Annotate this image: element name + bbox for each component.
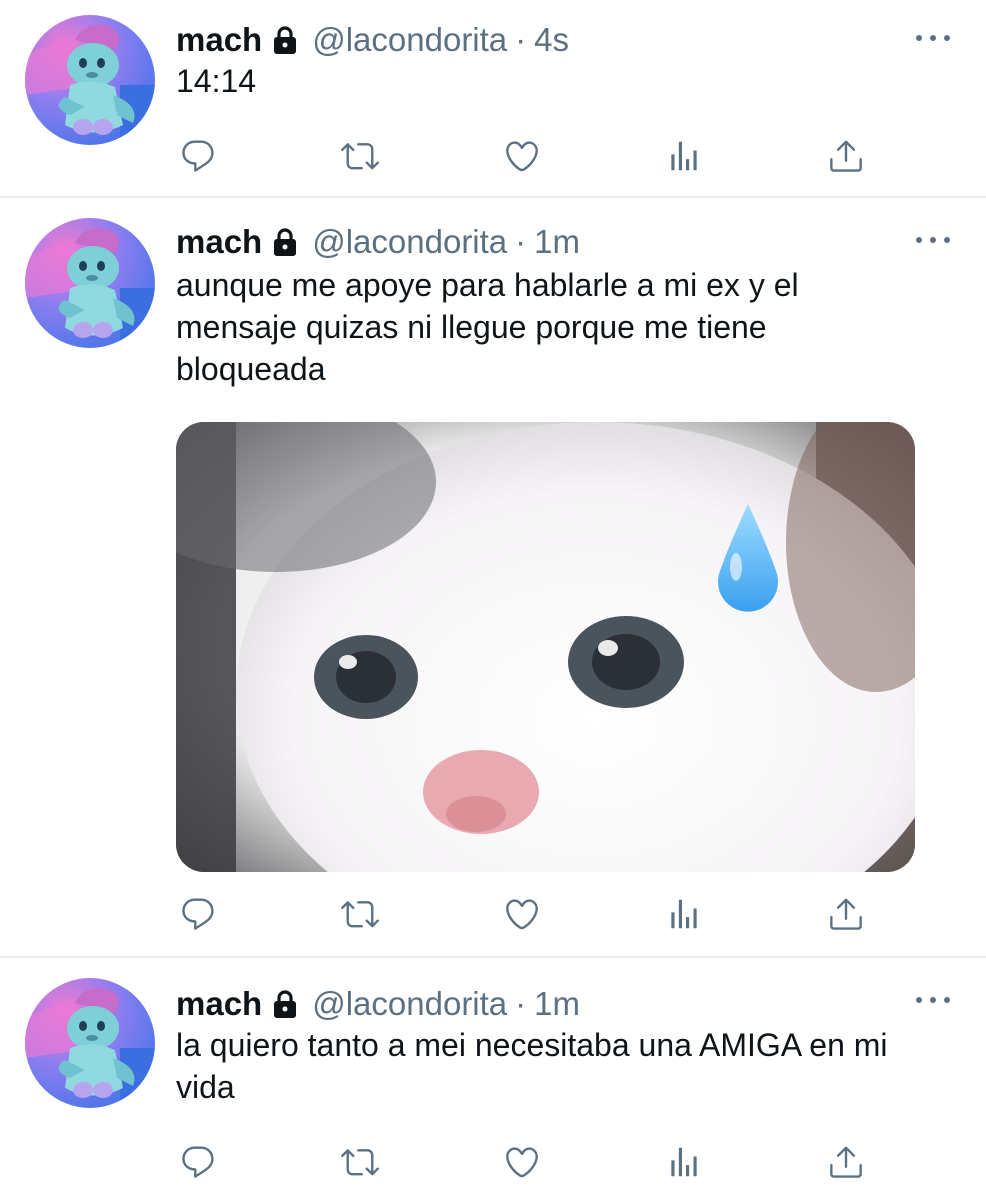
analytics-icon[interactable] — [664, 136, 704, 176]
avatar-image — [25, 978, 155, 1108]
user-handle[interactable]: @lacondorita — [312, 985, 507, 1023]
more-icon[interactable] — [916, 230, 950, 250]
reply-icon[interactable] — [178, 136, 218, 176]
separator-dot: · — [515, 985, 527, 1022]
more-icon[interactable] — [916, 990, 950, 1010]
lock-icon — [270, 227, 300, 257]
action-bar — [178, 1142, 868, 1182]
tweet[interactable]: mach @lacondorita · 1m la quiero tanto a… — [0, 958, 986, 1200]
avatar-image — [25, 15, 155, 145]
tweet-text: aunque me apoye para hablarle a mi ex y … — [176, 267, 799, 387]
reply-icon[interactable] — [178, 1142, 218, 1182]
analytics-icon[interactable] — [664, 894, 704, 934]
retweet-icon[interactable] — [340, 894, 380, 934]
display-name[interactable]: mach — [176, 21, 262, 59]
analytics-icon[interactable] — [664, 1142, 704, 1182]
lock-icon — [270, 25, 300, 55]
retweet-icon[interactable] — [340, 136, 380, 176]
share-icon[interactable] — [826, 136, 866, 176]
share-icon[interactable] — [826, 1142, 866, 1182]
display-name[interactable]: mach — [176, 985, 262, 1023]
tweet-text: la quiero tanto a mei necesitaba una AMI… — [176, 1027, 888, 1105]
user-handle[interactable]: @lacondorita — [312, 223, 507, 261]
user-handle[interactable]: @lacondorita — [312, 21, 507, 59]
tweet[interactable]: mach @lacondorita · 4s 14:14 — [0, 0, 986, 198]
timestamp[interactable]: 4s — [534, 21, 569, 59]
action-bar — [178, 136, 868, 176]
display-name[interactable]: mach — [176, 223, 262, 261]
separator-dot: · — [515, 21, 527, 58]
share-icon[interactable] — [826, 894, 866, 934]
retweet-icon[interactable] — [340, 1142, 380, 1182]
more-icon[interactable] — [916, 28, 950, 48]
tweet-header: mach @lacondorita · 1m — [176, 982, 580, 1026]
tweet-header: mach @lacondorita · 1m — [176, 220, 580, 264]
tweet-text: 14:14 — [176, 63, 257, 99]
cat-photo — [176, 422, 915, 872]
tweet[interactable]: mach @lacondorita · 1m aunque me apoye p… — [0, 198, 986, 958]
like-icon[interactable] — [502, 136, 542, 176]
timestamp[interactable]: 1m — [534, 985, 580, 1023]
like-icon[interactable] — [502, 1142, 542, 1182]
action-bar — [178, 894, 868, 934]
avatar[interactable] — [25, 218, 155, 348]
avatar[interactable] — [25, 978, 155, 1108]
avatar-image — [25, 218, 155, 348]
avatar[interactable] — [25, 15, 155, 145]
media-image[interactable] — [176, 422, 915, 872]
like-icon[interactable] — [502, 894, 542, 934]
lock-icon — [270, 989, 300, 1019]
reply-icon[interactable] — [178, 894, 218, 934]
tweet-header: mach @lacondorita · 4s — [176, 18, 569, 62]
separator-dot: · — [515, 223, 527, 260]
timestamp[interactable]: 1m — [534, 223, 580, 261]
